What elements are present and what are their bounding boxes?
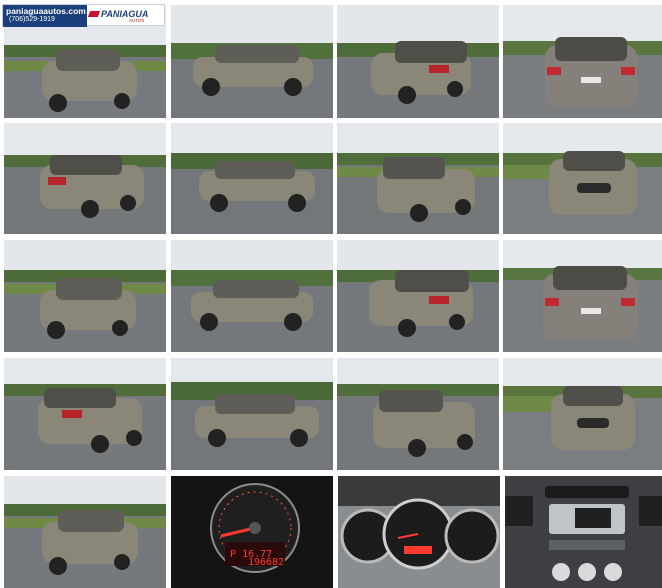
photo-thumbnail-rear-left[interactable] <box>337 5 499 118</box>
photo-thumbnail-front[interactable] <box>503 123 662 234</box>
photo-thumbnail-side-right-2[interactable] <box>171 358 333 470</box>
photo-thumbnail-front-left-3[interactable] <box>4 476 166 588</box>
photo-thumbnail-front-left-2[interactable] <box>4 240 166 352</box>
photo-thumbnail-rear-right-2[interactable] <box>4 358 166 470</box>
photo-thumbnail-side-left[interactable] <box>171 5 333 118</box>
photo-thumbnail-front-right[interactable] <box>337 123 499 234</box>
dealer-phone[interactable]: (706)529-1919 <box>9 16 55 23</box>
photo-thumbnail-rear-2[interactable] <box>503 240 662 352</box>
photo-gallery: P 16.77 196682 <box>0 0 662 588</box>
photo-thumbnail-front-right-2[interactable] <box>337 358 499 470</box>
photo-thumbnail-dashboard[interactable] <box>505 476 662 588</box>
dealer-website[interactable]: paniaguaautos.com <box>6 6 86 16</box>
photo-thumbnail-gauges[interactable] <box>338 476 500 588</box>
photo-thumbnail-instrument-cluster[interactable] <box>171 476 333 588</box>
dealer-contact: paniaguaautos.com (706)529-1919 <box>3 5 87 27</box>
odometer-total: 196682 <box>248 557 285 568</box>
gear-indicator: P <box>230 549 237 560</box>
dealer-badge[interactable]: paniaguaautos.com (706)529-1919 PANIAGUA… <box>2 4 165 27</box>
photo-thumbnail-rear-left-2[interactable] <box>337 240 499 352</box>
photo-thumbnail-rear-right[interactable] <box>4 123 166 234</box>
dealer-logo: PANIAGUA AUTOS <box>87 8 163 23</box>
photo-thumbnail-side-right[interactable] <box>171 123 333 234</box>
photo-thumbnail-front-2[interactable] <box>503 358 662 470</box>
photo-thumbnail-rear[interactable] <box>503 5 662 118</box>
logo-subtext: AUTOS <box>129 18 145 23</box>
logo-flag-icon <box>87 11 101 17</box>
photo-thumbnail-side-left-2[interactable] <box>171 240 333 352</box>
